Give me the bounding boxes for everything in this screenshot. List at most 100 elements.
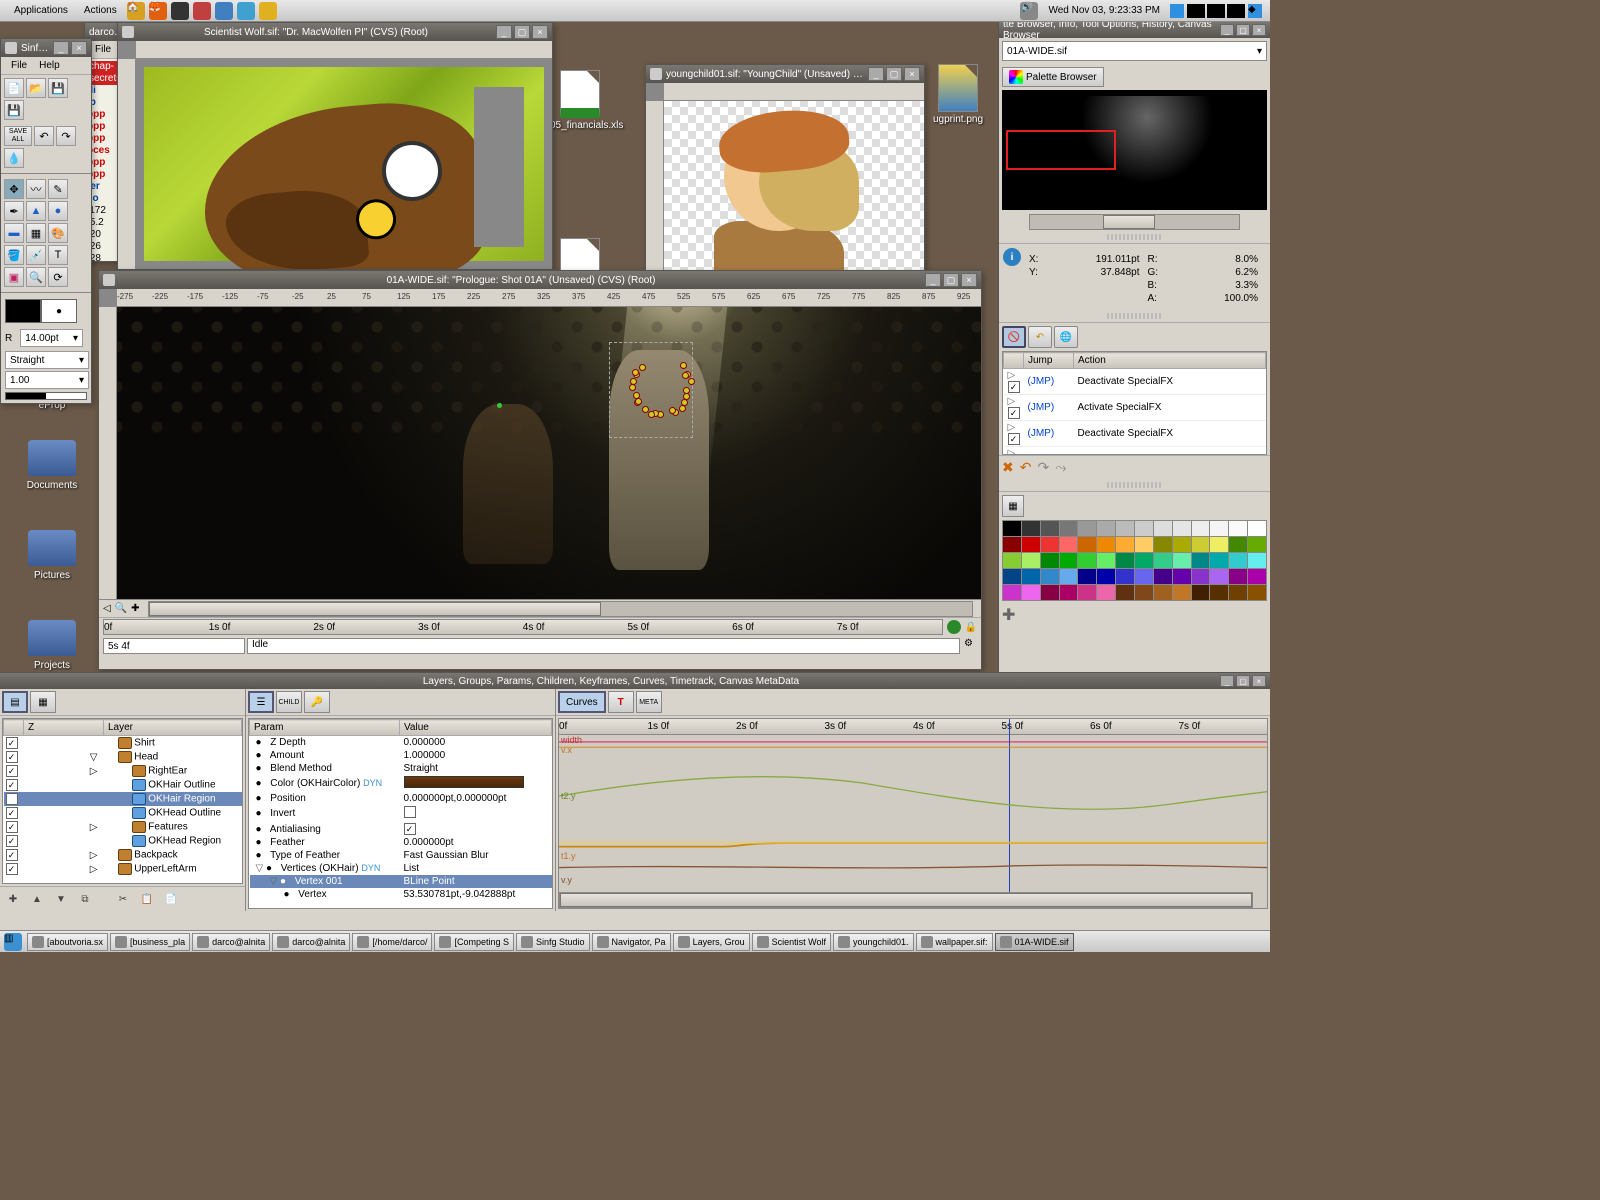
layer-row[interactable]: ✓▷ RightEar <box>4 764 242 778</box>
color-swatch[interactable] <box>1229 537 1247 552</box>
layer-row[interactable]: ✓▽ Head <box>4 750 242 764</box>
undo-button[interactable]: ↶ <box>34 126 54 146</box>
param-row[interactable]: ● Amount1.000000 <box>250 749 552 762</box>
show-desktop-icon[interactable]: ▥ <box>4 933 22 951</box>
layer-row[interactable]: ✓▷ UpperLeftArm <box>4 862 242 876</box>
zoom-icon[interactable]: 🔍 <box>115 603 127 614</box>
swatch-grid[interactable] <box>1002 520 1267 601</box>
color-swatch[interactable] <box>1041 585 1059 600</box>
color-swatch[interactable] <box>1022 537 1040 552</box>
color-swatch[interactable] <box>1003 569 1021 584</box>
color-swatch[interactable] <box>1116 569 1134 584</box>
lower-button[interactable]: ▼ <box>51 890 71 908</box>
color-swatch[interactable] <box>1173 585 1191 600</box>
bucket-tool[interactable]: 🪣 <box>4 245 24 265</box>
param-row[interactable]: ● Blend MethodStraight <box>250 762 552 775</box>
layer-row[interactable]: ✓ OKHair Region <box>4 792 242 806</box>
taskbar-item[interactable]: youngchild01. <box>833 933 914 951</box>
render-icon[interactable] <box>947 620 961 634</box>
color-swatch[interactable] <box>1192 585 1210 600</box>
color-swatch[interactable] <box>1041 553 1059 568</box>
history-row[interactable]: ▷✓(JMP)Activate SpecialFX <box>1004 395 1266 421</box>
color-swatch[interactable] <box>1192 521 1210 536</box>
param-row[interactable]: ● Color (OKHairColor) DYN <box>250 775 552 792</box>
clear-icon[interactable]: ✖ <box>1002 459 1014 476</box>
volume-icon[interactable]: 🔊 <box>1020 2 1038 20</box>
minimize-button[interactable]: _ <box>1220 675 1234 687</box>
gradient-tool[interactable]: ▦ <box>26 223 46 243</box>
time-input[interactable] <box>103 638 245 654</box>
color-swatch[interactable] <box>1135 585 1153 600</box>
gradient-bar[interactable] <box>5 392 87 400</box>
taskbar-item[interactable]: 01A-WIDE.sif <box>995 933 1074 951</box>
navigator-rect[interactable] <box>1006 130 1116 170</box>
fg-color[interactable] <box>5 299 41 323</box>
color-swatch[interactable] <box>1022 553 1040 568</box>
rotate-tool[interactable]: ⟳ <box>48 267 68 287</box>
color-swatch[interactable] <box>1210 553 1228 568</box>
color-swatch[interactable] <box>1097 569 1115 584</box>
cut-button[interactable]: ✂ <box>113 890 133 908</box>
color-swatch[interactable] <box>1173 553 1191 568</box>
child-canvas[interactable] <box>664 101 924 273</box>
workspace-1[interactable] <box>1187 4 1205 18</box>
param-row[interactable]: ● Z Depth0.000000 <box>250 736 552 750</box>
open-button[interactable]: 📂 <box>26 78 46 98</box>
maximize-button[interactable]: ▢ <box>1236 24 1250 36</box>
desktop-item-documents[interactable]: Documents <box>12 440 92 491</box>
app-icon[interactable] <box>237 2 255 20</box>
line-type-dropdown[interactable]: Straight▾ <box>5 351 89 369</box>
history-list[interactable]: Jump Action ▷✓(JMP)Deactivate SpecialFX▷… <box>1002 351 1267 455</box>
bline-tool[interactable]: ✒ <box>4 201 24 221</box>
color-swatch[interactable] <box>1135 521 1153 536</box>
close-button[interactable]: × <box>71 41 87 55</box>
close-button[interactable]: × <box>1252 24 1266 36</box>
color-swatch[interactable] <box>1003 553 1021 568</box>
tray-icon[interactable] <box>1170 4 1184 18</box>
groups-tab[interactable]: ▦ <box>30 691 56 713</box>
bline-points[interactable] <box>622 348 692 418</box>
add-icon[interactable]: ✚ <box>131 603 139 614</box>
color-swatch[interactable] <box>1154 537 1172 552</box>
transform-tool[interactable]: ✥ <box>4 179 24 199</box>
color-tool[interactable]: 🎨 <box>48 223 68 243</box>
line-val-input[interactable]: 1.00▾ <box>5 371 89 389</box>
timeline[interactable]: 0f1s 0f2s 0f3s 0f4s 0f5s 0f6s 0f7s 0f <box>103 619 943 635</box>
taskbar-item[interactable]: Layers, Grou <box>673 933 750 951</box>
paste-button[interactable]: 📄 <box>161 890 181 908</box>
color-swatch[interactable] <box>1078 521 1096 536</box>
curves-area[interactable]: 0f1s 0f2s 0f3s 0f4s 0f5s 0f6s 0f7s 0f wi… <box>558 718 1268 909</box>
color-swatch[interactable] <box>1248 553 1266 568</box>
panel-grip[interactable] <box>1107 234 1161 240</box>
bg-color[interactable]: ● <box>41 299 77 323</box>
color-swatch[interactable] <box>1041 569 1059 584</box>
undo-icon[interactable]: ↶ <box>1020 459 1032 476</box>
color-swatch[interactable] <box>1116 553 1134 568</box>
timetrack-tab[interactable]: T <box>608 691 634 713</box>
new-layer-button[interactable]: ✚ <box>3 890 23 908</box>
pencil-tool[interactable]: ✎ <box>48 179 68 199</box>
new-button[interactable]: 📄 <box>4 78 24 98</box>
lock-icon[interactable]: 🔒 <box>965 622 977 633</box>
select-tool[interactable]: ▲ <box>26 201 46 221</box>
color-swatch[interactable] <box>1060 585 1078 600</box>
save-button[interactable]: 💾 <box>48 78 68 98</box>
param-row[interactable]: ● Vertex53.530781pt,-9.042888pt <box>250 888 552 901</box>
color-swatch[interactable] <box>1097 537 1115 552</box>
right-dock-titlebar[interactable]: tte Browser, Info, Tool Options, History… <box>999 22 1270 38</box>
close-button[interactable]: × <box>904 67 920 81</box>
color-swatch[interactable] <box>1078 553 1096 568</box>
toolbox-titlebar[interactable]: Sinfg Studio _ × <box>1 39 91 57</box>
color-swatch[interactable] <box>1097 585 1115 600</box>
color-swatch[interactable] <box>1116 537 1134 552</box>
color-swatch[interactable] <box>1229 521 1247 536</box>
app-icon[interactable] <box>259 2 277 20</box>
color-swatch[interactable] <box>1116 585 1134 600</box>
layer-row[interactable]: ✓▷ Backpack <box>4 848 242 862</box>
color-swatch[interactable] <box>1248 537 1266 552</box>
color-swatch[interactable] <box>1210 585 1228 600</box>
circle-tool[interactable]: ● <box>48 201 68 221</box>
color-swatch[interactable] <box>1097 521 1115 536</box>
maximize-button[interactable]: ▢ <box>886 67 902 81</box>
desktop-item-pictures[interactable]: Pictures <box>12 530 92 581</box>
